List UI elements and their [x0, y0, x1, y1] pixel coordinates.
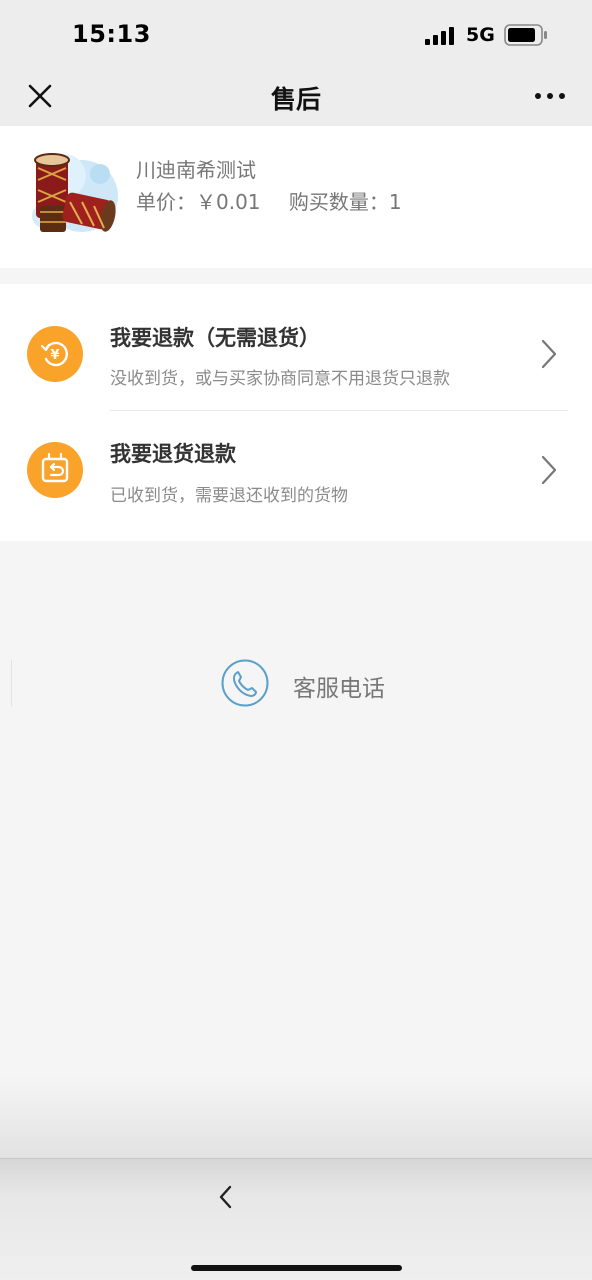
qty-label: 购买数量： — [288, 190, 389, 214]
status-time: 15:13 — [72, 20, 151, 48]
product-thumbnail — [32, 153, 118, 232]
bottom-shadow — [0, 1075, 592, 1159]
option-refund-only[interactable]: ¥ 我要退款（无需退货） 没收到货，或与买家协商同意不用退货只退款 — [0, 284, 592, 411]
refund-icon: ¥ — [27, 326, 83, 382]
option-title: 我要退款（无需退货） — [110, 326, 320, 350]
qty-value: 1 — [388, 190, 402, 214]
product-meta: 单价：￥0.01 购买数量：1 — [136, 186, 424, 215]
product-name: 川迪南希测试 — [136, 158, 256, 182]
bottom-toolbar — [0, 1158, 592, 1280]
nav-bar: 售后 — [0, 70, 592, 126]
option-desc: 已收到货，需要退还收到的货物 — [110, 486, 348, 506]
network-type: 5G — [466, 24, 495, 46]
signal-icon — [425, 27, 454, 45]
price-label-group: 单价：￥0.01 — [136, 190, 261, 214]
svg-text:¥: ¥ — [50, 348, 59, 363]
back-icon[interactable] — [214, 1183, 238, 1211]
customer-service-button[interactable]: 客服电话 — [0, 655, 592, 715]
return-box-icon — [27, 442, 83, 498]
option-title: 我要退货退款 — [110, 442, 236, 466]
price-value: ￥0.01 — [196, 190, 261, 214]
chevron-right-icon — [541, 455, 557, 485]
more-icon[interactable] — [532, 82, 568, 110]
status-bar: 15:13 5G — [0, 0, 592, 70]
price-label: 单价： — [136, 190, 196, 214]
phone-icon — [221, 659, 269, 707]
option-desc: 没收到货，或与买家协商同意不用退货只退款 — [110, 369, 450, 389]
aftersale-options: ¥ 我要退款（无需退货） 没收到货，或与买家协商同意不用退货只退款 我要退货退款… — [0, 284, 592, 541]
service-label: 客服电话 — [293, 676, 385, 702]
product-card: 川迪南希测试 单价：￥0.01 购买数量：1 — [0, 126, 592, 268]
page-title: 售后 — [270, 85, 321, 114]
chevron-right-icon — [541, 339, 557, 369]
home-indicator[interactable] — [191, 1265, 402, 1271]
option-return-refund[interactable]: 我要退货退款 已收到货，需要退还收到的货物 — [0, 411, 592, 529]
battery-icon — [504, 24, 547, 46]
qty-label-group: 购买数量：1 — [289, 190, 402, 214]
